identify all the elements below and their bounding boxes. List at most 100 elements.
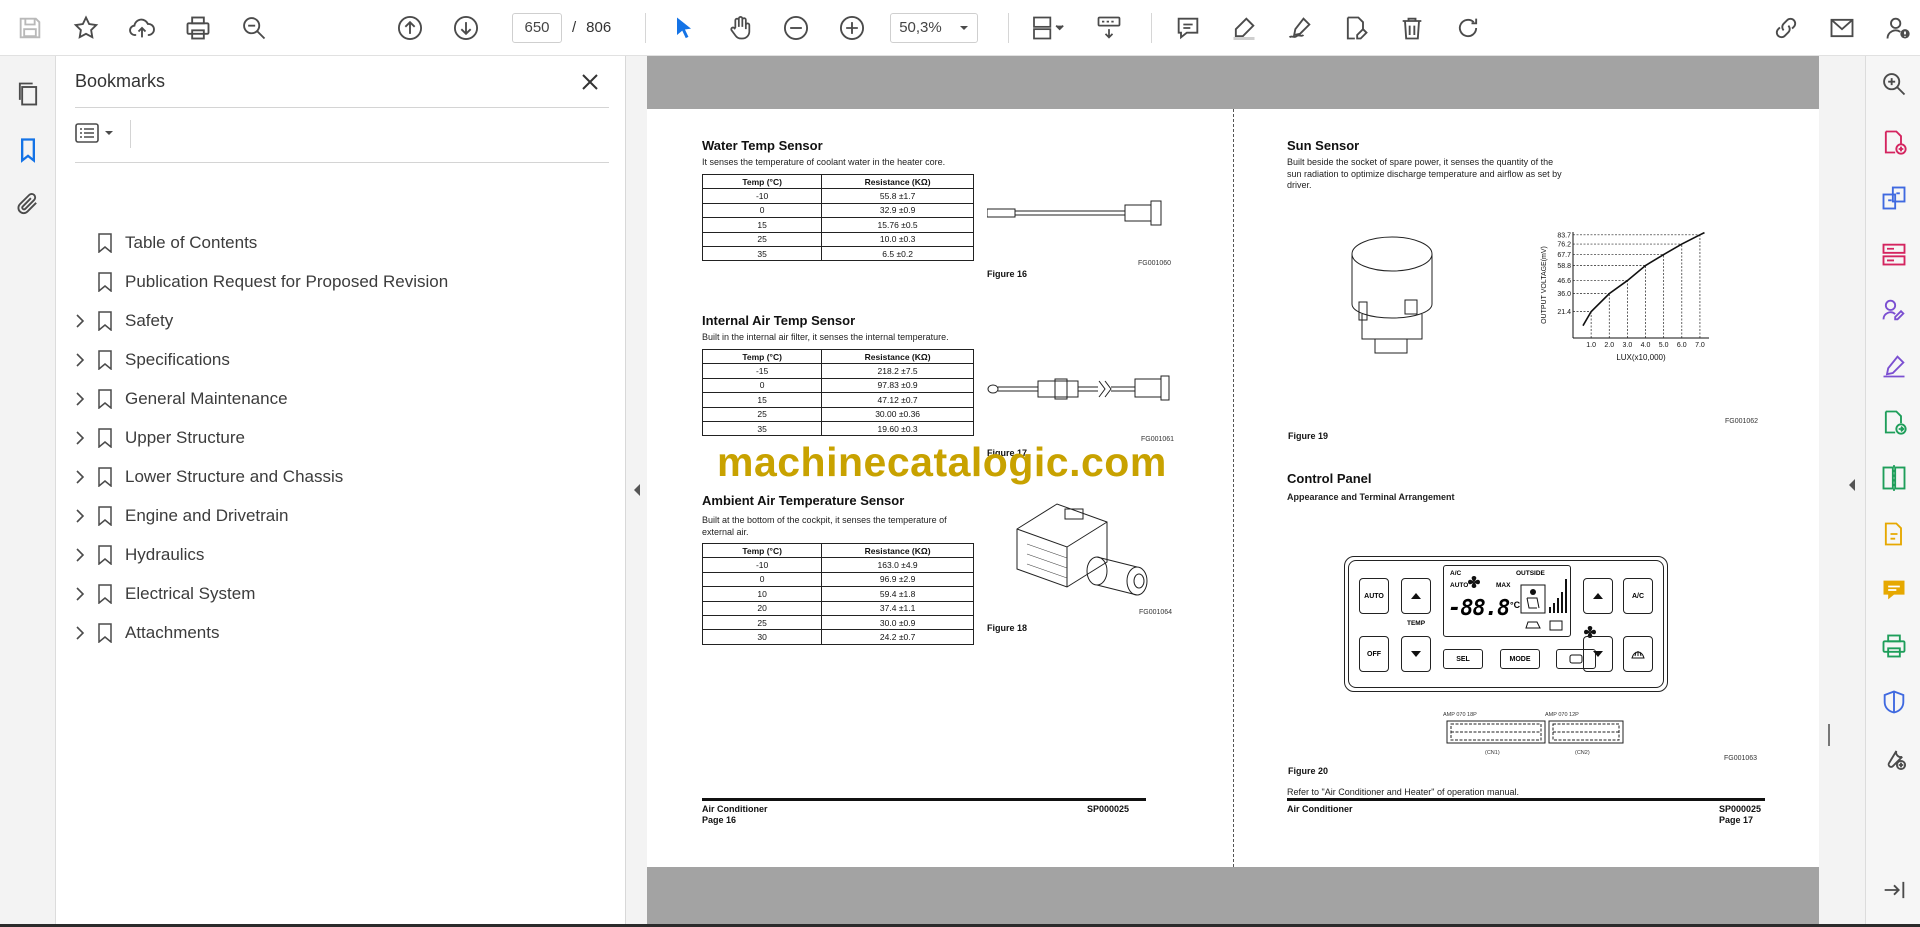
bookmark-item-table-of-contents[interactable]: Table of Contents — [56, 223, 626, 262]
fill-sign-icon[interactable] — [1876, 348, 1912, 384]
table-row: 15 15.76 ±0.5 — [701, 217, 974, 233]
select-cursor-icon[interactable] — [666, 10, 702, 46]
bookmark-item-general-maintenance[interactable]: General Maintenance — [56, 379, 626, 418]
bookmark-item-attachments[interactable]: Attachments — [56, 613, 626, 652]
protect-shield-icon[interactable] — [1876, 684, 1912, 720]
more-tools-icon[interactable] — [1876, 740, 1912, 776]
table-cell: 30.0 ±0.9 — [821, 614, 974, 631]
chevron-right-icon[interactable] — [72, 313, 88, 329]
mode-button: MODE — [1500, 649, 1540, 669]
bookmark-label: Hydraulics — [125, 544, 205, 564]
triangle-down-icon — [1593, 651, 1603, 657]
temp-up-button — [1401, 578, 1431, 614]
bookmark-label: Engine and Drivetrain — [125, 505, 289, 525]
highlight-icon[interactable] — [1226, 10, 1262, 46]
bookmark-icon[interactable] — [10, 132, 46, 168]
bookmark-item-lower-structure[interactable]: Lower Structure and Chassis — [56, 457, 626, 496]
prev-page-icon[interactable] — [392, 10, 428, 46]
request-signature-icon[interactable] — [1876, 292, 1912, 328]
chevron-right-icon[interactable] — [72, 391, 88, 407]
bookmark-ribbon-icon — [96, 466, 114, 488]
page-fit-icon[interactable] — [1025, 10, 1071, 46]
table-cell: 10.0 ±0.3 — [821, 231, 974, 247]
bookmark-item-safety[interactable]: Safety — [56, 301, 626, 340]
table-row: 25 30.00 ±0.36 — [701, 406, 974, 422]
user-help-icon[interactable] — [1880, 10, 1916, 46]
scroll-mode-icon[interactable] — [1091, 10, 1127, 46]
x-tick-label: 4.0 — [1641, 342, 1651, 349]
save-icon[interactable] — [12, 10, 48, 46]
edit-pdf-icon[interactable] — [1876, 516, 1912, 552]
triangle-up-icon — [1593, 593, 1603, 599]
bookmark-item-electrical-system[interactable]: Electrical System — [56, 574, 626, 613]
temp-down-button — [1401, 636, 1431, 672]
table-cell: 25 — [701, 406, 823, 422]
email-icon[interactable] — [1824, 10, 1860, 46]
compare-files-icon[interactable] — [1876, 460, 1912, 496]
figure-caption: Figure 19 — [1288, 431, 1329, 441]
scrollbar-thumb[interactable] — [1828, 724, 1830, 746]
page-number-input[interactable] — [512, 12, 562, 43]
bookmark-item-publication-request[interactable]: Publication Request for Proposed Revisio… — [56, 262, 626, 301]
table-row: 25 10.0 ±0.3 — [701, 231, 974, 247]
star-icon[interactable] — [68, 10, 104, 46]
collapse-right-icon[interactable] — [1847, 478, 1857, 492]
footer-rule — [702, 798, 1146, 801]
next-page-icon[interactable] — [448, 10, 484, 46]
toolbar-divider — [645, 12, 647, 43]
bookmark-list: Table of Contents Publication Request fo… — [56, 223, 626, 652]
triangle-down-icon — [1411, 651, 1421, 657]
chevron-right-icon[interactable] — [72, 430, 88, 446]
table-cell: 59.4 ±1.8 — [821, 586, 974, 602]
chevron-right-icon[interactable] — [72, 547, 88, 563]
comment-icon[interactable] — [1876, 572, 1912, 608]
table-row: 35 19.60 ±0.3 — [701, 420, 974, 437]
create-pdf-icon[interactable] — [1876, 124, 1912, 160]
bookmark-options-button[interactable] — [74, 118, 122, 148]
document-viewport[interactable]: Water Temp Sensor It senses the temperat… — [647, 56, 1819, 924]
delete-icon[interactable] — [1394, 10, 1430, 46]
bookmark-item-hydraulics[interactable]: Hydraulics — [56, 535, 626, 574]
ambient-sensor-table: Temp (°C) Resistance (KΩ) -10 163.0 ±4.9 0… — [701, 542, 974, 645]
hand-tool-icon[interactable] — [722, 10, 758, 46]
edit-text-icon[interactable] — [1338, 10, 1374, 46]
redo-icon[interactable] — [1450, 10, 1486, 46]
zoom-in-icon[interactable] — [834, 10, 870, 46]
close-icon[interactable] — [576, 68, 604, 96]
footer-doc-code: SP000025 — [1087, 804, 1130, 814]
attachment-icon[interactable] — [10, 186, 46, 222]
print-icon[interactable] — [180, 10, 216, 46]
comment-icon[interactable] — [1170, 10, 1206, 46]
chevron-right-icon[interactable] — [72, 586, 88, 602]
chevron-right-icon[interactable] — [72, 508, 88, 524]
left-panel-splitter[interactable] — [626, 56, 647, 924]
bookmark-ribbon-icon — [96, 583, 114, 605]
print-production-icon[interactable] — [1876, 628, 1912, 664]
combine-files-icon[interactable] — [1876, 180, 1912, 216]
export-pdf-icon[interactable] — [1876, 404, 1912, 440]
search-zoom-icon[interactable] — [1876, 66, 1912, 102]
table-cell: 25 — [701, 231, 823, 247]
table-cell: -10 — [701, 557, 823, 573]
col-header: Resistance (KΩ) — [821, 348, 974, 365]
heading-ambient-air-temperature-sensor: Ambient Air Temperature Sensor — [702, 493, 905, 508]
chevron-right-icon[interactable] — [72, 469, 88, 485]
search-zoom-icon[interactable] — [236, 10, 272, 46]
zoom-select[interactable]: 50,3% — [890, 12, 979, 43]
chevron-right-icon[interactable] — [72, 625, 88, 641]
connector-illustration — [1446, 720, 1624, 744]
chevron-right-icon[interactable] — [72, 352, 88, 368]
draw-icon[interactable] — [1282, 10, 1318, 46]
right-panel-splitter[interactable] — [1819, 56, 1865, 924]
bookmark-item-engine-drivetrain[interactable]: Engine and Drivetrain — [56, 496, 626, 535]
bookmark-item-specifications[interactable]: Specifications — [56, 340, 626, 379]
cloud-upload-icon[interactable] — [124, 10, 160, 46]
organize-pages-icon[interactable] — [1876, 236, 1912, 272]
collapse-left-icon[interactable] — [632, 483, 642, 497]
bookmark-item-upper-structure[interactable]: Upper Structure — [56, 418, 626, 457]
zoom-out-icon[interactable] — [778, 10, 814, 46]
bookmark-ribbon-icon — [96, 349, 114, 371]
expand-panel-icon[interactable] — [1876, 872, 1912, 908]
share-link-icon[interactable] — [1768, 10, 1804, 46]
page-thumbnails-icon[interactable] — [10, 76, 46, 112]
